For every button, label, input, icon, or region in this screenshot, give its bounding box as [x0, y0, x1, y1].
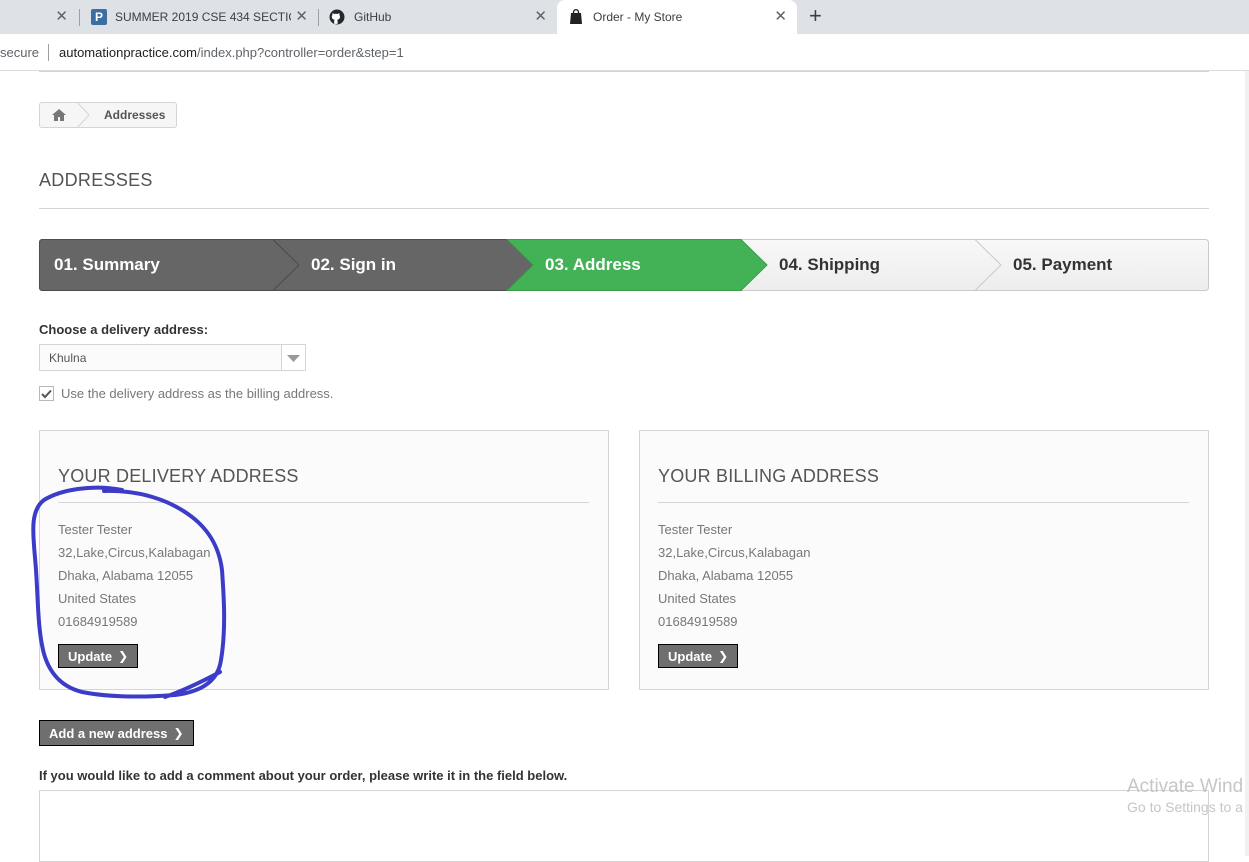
page-scrollbar[interactable] [1245, 71, 1249, 856]
url-text[interactable]: automationpractice.com/index.php?control… [59, 45, 404, 60]
address-phone: 01684919589 [658, 614, 738, 629]
dropdown-arrow-icon[interactable] [281, 345, 305, 370]
watermark-line2: Go to Settings to a [1127, 799, 1243, 815]
chevron-right-icon: ❯ [173, 726, 184, 740]
update-billing-button[interactable]: Update ❯ [658, 644, 739, 668]
home-icon [52, 109, 66, 121]
new-tab-icon[interactable]: + [809, 5, 822, 27]
use-for-billing-checkbox[interactable] [39, 386, 54, 401]
billing-address-title: YOUR BILLING ADDRESS [658, 466, 880, 486]
tab-title: SUMMER 2019 CSE 434 SECTION [115, 10, 291, 24]
tab-title: Order - My Store [593, 10, 683, 24]
checkout-steps: 01. Summary 02. Sign in 03. Address 04. … [39, 239, 1209, 291]
github-icon [329, 9, 345, 25]
breadcrumb-home[interactable] [40, 103, 78, 127]
p-icon: P [91, 9, 107, 25]
address-country: United States [58, 591, 137, 606]
address-country: United States [658, 591, 737, 606]
close-tab-icon[interactable]: ✕ [534, 9, 547, 24]
address-street: 32,Lake,Circus,Kalabagan [658, 545, 811, 560]
step-sign-in[interactable]: 02. Sign in [311, 255, 396, 275]
address-bar[interactable]: secure automationpractice.com/index.php?… [0, 34, 1249, 71]
browser-tab-bar: ✕ P SUMMER 2019 CSE 434 SECTION ✕ GitHub… [0, 0, 1249, 34]
update-label: Update [68, 648, 113, 664]
address-phone: 01684919589 [58, 614, 138, 629]
address-city: Dhaka, Alabama 12055 [658, 568, 794, 583]
comment-label: If you would like to add a comment about… [39, 768, 568, 783]
heading-divider [39, 208, 1209, 209]
delivery-address-select[interactable]: Khulna [39, 344, 306, 371]
delivery-address-lines: Tester Tester 32,Lake,Circus,Kalabagan D… [58, 518, 211, 633]
add-address-label: Add a new address [49, 725, 168, 741]
update-delivery-button[interactable]: Update ❯ [58, 644, 139, 668]
add-new-address-button[interactable]: Add a new address ❯ [39, 720, 194, 746]
breadcrumb: Addresses [39, 102, 177, 128]
breadcrumb-current: Addresses [104, 108, 166, 122]
address-name: Tester Tester [658, 522, 733, 537]
close-tab-icon[interactable]: ✕ [774, 9, 787, 24]
step-payment: 05. Payment [1013, 255, 1113, 274]
billing-address-box: YOUR BILLING ADDRESS Tester Tester 32,La… [639, 430, 1209, 690]
step-shipping: 04. Shipping [779, 255, 881, 274]
choose-delivery-label: Choose a delivery address: [39, 322, 209, 337]
delivery-address-title: YOUR DELIVERY ADDRESS [58, 466, 299, 486]
browser-tab-github[interactable]: GitHub ✕ [319, 0, 557, 34]
chevron-right-icon: ❯ [118, 649, 129, 663]
browser-tab-cse434[interactable]: P SUMMER 2019 CSE 434 SECTION ✕ [80, 0, 318, 34]
page-top-divider [39, 71, 1209, 72]
address-name: Tester Tester [58, 522, 133, 537]
delivery-address-divider [58, 502, 589, 503]
windows-activation-watermark: Activate Wind Go to Settings to a [1127, 776, 1243, 815]
address-street: 32,Lake,Circus,Kalabagan [58, 545, 211, 560]
browser-tab-partial[interactable]: ✕ [0, 0, 78, 34]
order-comment-textarea[interactable] [39, 790, 1209, 862]
update-label: Update [668, 648, 713, 664]
chevron-right-icon: ❯ [718, 649, 729, 663]
selected-address: Khulna [49, 351, 87, 365]
close-tab-icon[interactable]: ✕ [295, 9, 308, 24]
step-summary[interactable]: 01. Summary [54, 255, 160, 275]
shopping-bag-icon [570, 9, 582, 24]
close-tab-icon[interactable]: ✕ [55, 9, 68, 24]
billing-same-row: Use the delivery address as the billing … [39, 386, 333, 401]
address-divider [48, 44, 49, 61]
watermark-line1: Activate Wind [1127, 776, 1244, 797]
use-for-billing-label[interactable]: Use the delivery address as the billing … [61, 386, 333, 401]
url-path: /index.php?controller=order&step=1 [197, 45, 404, 60]
url-host: automationpractice.com [59, 45, 198, 60]
step-address: 03. Address [545, 255, 641, 274]
security-status[interactable]: secure [0, 45, 39, 60]
billing-address-lines: Tester Tester 32,Lake,Circus,Kalabagan D… [658, 518, 811, 633]
delivery-address-box: YOUR DELIVERY ADDRESS Tester Tester 32,L… [39, 430, 609, 690]
address-city: Dhaka, Alabama 12055 [58, 568, 194, 583]
breadcrumb-chevron [76, 102, 90, 128]
checkmark-icon [41, 389, 52, 398]
browser-tab-order[interactable]: Order - My Store ✕ [557, 0, 797, 34]
billing-address-divider [658, 502, 1189, 503]
tab-title: GitHub [354, 10, 392, 24]
page-title: ADDRESSES [39, 170, 153, 190]
